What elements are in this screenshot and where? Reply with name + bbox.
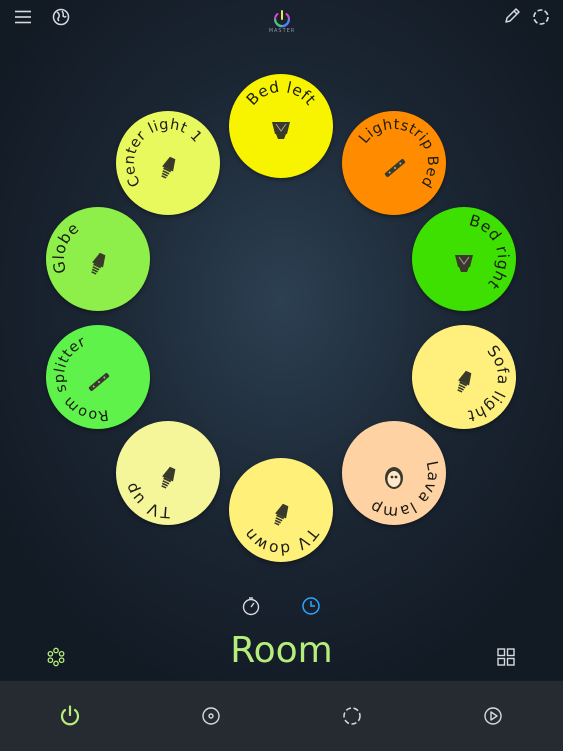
light-bed-left[interactable]: Bed left bbox=[229, 74, 333, 178]
clock-icon[interactable] bbox=[300, 595, 322, 617]
svg-text:Lava lamp: Lava lamp bbox=[362, 454, 459, 539]
room-title: Room bbox=[230, 630, 333, 671]
light-lava-lamp[interactable]: Lava lamp bbox=[341, 421, 459, 539]
light-tv-down[interactable]: TV down bbox=[229, 458, 333, 562]
svg-text:Globe: Globe bbox=[43, 215, 86, 279]
power-icon[interactable] bbox=[57, 703, 83, 729]
dashed-circle-icon[interactable] bbox=[340, 704, 364, 728]
bottom-nav bbox=[0, 680, 563, 751]
master-power-icon[interactable] bbox=[270, 8, 294, 30]
scene-icon[interactable] bbox=[199, 704, 223, 728]
light-name: Center light 1 bbox=[104, 98, 207, 191]
light-sofa-light[interactable]: Sofa light bbox=[411, 325, 523, 434]
pencil-icon[interactable] bbox=[502, 6, 522, 26]
light-center-light-1[interactable]: Center light 1 bbox=[104, 98, 221, 215]
light-name: Bed left bbox=[243, 78, 319, 109]
light-name: Globe bbox=[43, 215, 86, 279]
light-name: Bed right bbox=[462, 203, 522, 295]
svg-text:Center light 1: Center light 1 bbox=[104, 98, 207, 191]
light-lightstrip-bed[interactable]: Lightstrip Bed bbox=[341, 98, 458, 215]
light-tv-up[interactable]: TV up bbox=[116, 421, 221, 530]
top-bar: MASTER bbox=[0, 0, 563, 40]
dashed-circle-icon[interactable] bbox=[530, 6, 552, 28]
globe-icon[interactable] bbox=[50, 6, 72, 28]
light-name: Lava lamp bbox=[362, 454, 459, 539]
master-label: MASTER bbox=[268, 28, 296, 34]
light-globe[interactable]: Globe bbox=[43, 206, 151, 311]
svg-text:TV down: TV down bbox=[240, 524, 322, 558]
play-icon[interactable] bbox=[481, 704, 505, 728]
svg-text:Bed left: Bed left bbox=[243, 78, 320, 109]
light-room-splitter[interactable]: Room splitter bbox=[40, 325, 151, 435]
svg-text:Bed right: Bed right bbox=[462, 203, 522, 295]
light-name: TV down bbox=[240, 524, 322, 558]
light-bed-right[interactable]: Bed right bbox=[411, 203, 523, 311]
timer-icon[interactable] bbox=[240, 595, 262, 617]
menu-icon[interactable] bbox=[12, 7, 34, 27]
